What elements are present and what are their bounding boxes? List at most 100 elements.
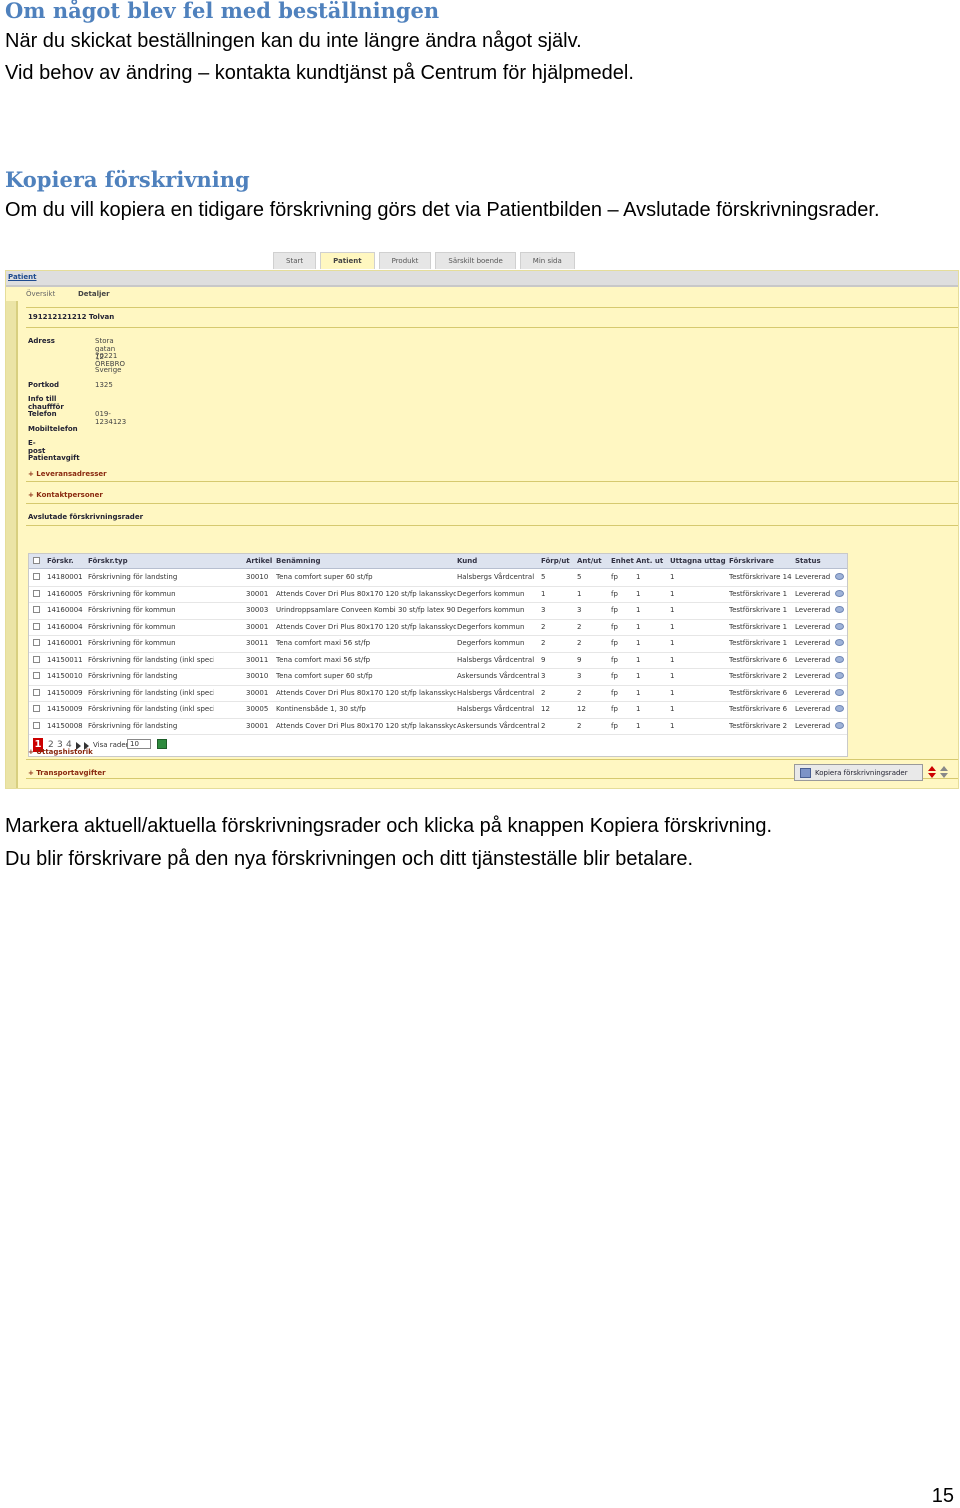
table-cell: fp xyxy=(611,573,618,581)
table-cell: 1 xyxy=(670,705,675,713)
table-cell: fp xyxy=(611,655,618,664)
arrow-down-icon[interactable] xyxy=(928,773,936,778)
rows-select[interactable]: 10 xyxy=(127,739,151,749)
row-checkbox[interactable] xyxy=(33,606,40,613)
row-checkbox[interactable] xyxy=(33,672,40,679)
table-cell: 30005 xyxy=(246,705,269,713)
view-details-icon[interactable] xyxy=(835,672,844,679)
info-key: Mobiltelefon xyxy=(28,424,78,433)
column-header[interactable]: Status xyxy=(795,557,821,565)
view-details-icon[interactable] xyxy=(835,589,844,597)
tab-start[interactable]: Start xyxy=(273,252,317,269)
table-cell: Degerfors kommun xyxy=(457,622,525,631)
table-row[interactable]: 14150009 Förskrivning för landsting (inkl… xyxy=(29,685,847,702)
body-text: Vid behov av ändring – kontakta kundtjän… xyxy=(5,62,634,84)
excel-export-icon[interactable] xyxy=(157,739,167,749)
view-details-icon[interactable] xyxy=(835,622,844,630)
row-checkbox[interactable] xyxy=(33,688,40,696)
table-cell: Förskrivning för kommun xyxy=(88,589,176,598)
column-header[interactable]: Förskrivare xyxy=(729,557,774,565)
view-details-icon[interactable] xyxy=(835,639,844,646)
table-cell: Attends Cover Dri Plus 80x170 120 st/fp … xyxy=(276,589,456,598)
section-uttagshistorik[interactable]: + Uttagshistorik xyxy=(28,748,93,756)
table-cell: 9 xyxy=(577,655,582,664)
table-cell: 1 xyxy=(670,688,675,697)
column-header[interactable]: Artikel xyxy=(246,557,272,565)
table-cell: Halsbergs Vårdcentral xyxy=(457,688,535,697)
column-header[interactable]: Förskr. xyxy=(47,557,74,565)
table-row[interactable]: 14160004 Förskrivning för kommun 30001 Atte… xyxy=(29,619,847,636)
arrow-up-icon[interactable] xyxy=(928,766,936,771)
subtab-detaljer[interactable]: Detaljer xyxy=(78,290,110,298)
table-cell: Degerfors kommun xyxy=(457,589,525,598)
table-cell: Förskrivning för landsting xyxy=(88,573,178,581)
row-checkbox[interactable] xyxy=(33,639,40,646)
column-header[interactable]: Ant/ut xyxy=(577,557,602,565)
table-row[interactable]: 14160005 Förskrivning för kommun 30001 Atte… xyxy=(29,586,847,603)
section-transportavgifter[interactable]: + Transportavgifter xyxy=(28,769,106,777)
body-text: Markera aktuell/aktuella förskrivningsra… xyxy=(5,815,773,837)
table-cell: 14160004 xyxy=(47,606,83,614)
divider xyxy=(26,481,958,482)
table-cell: Tena comfort maxi 56 st/fp xyxy=(276,639,371,647)
table-row[interactable]: 14150009 Förskrivning för landsting (inkl… xyxy=(29,701,847,719)
view-details-icon[interactable] xyxy=(835,606,844,613)
arrow-down-icon[interactable] xyxy=(940,773,948,778)
column-header[interactable]: Förskr.typ xyxy=(88,557,128,565)
view-details-icon[interactable] xyxy=(835,721,844,729)
copy-prescription-button[interactable]: Kopiera förskrivningsrader xyxy=(794,764,923,781)
section-leveransadresser[interactable]: + Leveransadresser xyxy=(28,470,107,478)
row-checkbox[interactable] xyxy=(33,589,40,597)
table-row[interactable]: 14180001 Förskrivning för landsting 30010 T… xyxy=(29,569,847,587)
tab-min-sida[interactable]: Min sida xyxy=(519,252,575,269)
row-checkbox[interactable] xyxy=(33,655,40,663)
view-details-icon[interactable] xyxy=(835,573,844,580)
sort-arrows-icon[interactable] xyxy=(926,765,952,779)
view-details-icon[interactable] xyxy=(835,688,844,696)
rows-label: Visa rader xyxy=(93,741,129,749)
select-all-checkbox[interactable] xyxy=(33,557,40,564)
column-header[interactable]: Enhet xyxy=(611,557,634,565)
arrow-up-icon[interactable] xyxy=(940,766,948,771)
tab-sarskilt-boende[interactable]: Särskilt boende xyxy=(435,252,516,269)
row-checkbox[interactable] xyxy=(33,721,40,729)
table-cell: 3 xyxy=(577,672,582,680)
table-cell: Kontinensbåde 1, 30 st/fp xyxy=(276,705,366,713)
column-header[interactable]: Kund xyxy=(457,557,477,565)
table-row[interactable]: 14150010 Förskrivning för landsting 30010 T… xyxy=(29,668,847,686)
table-cell: Levererad xyxy=(795,655,831,664)
row-checkbox[interactable] xyxy=(33,622,40,630)
table-cell: Levererad xyxy=(795,622,831,631)
row-checkbox[interactable] xyxy=(33,705,40,712)
info-value: 70221 ÖREBRO xyxy=(95,351,125,368)
subtab-oversikt[interactable]: Översikt xyxy=(26,290,55,298)
table-cell: Förskrivning för kommun xyxy=(88,606,176,614)
tab-patient[interactable]: Patient xyxy=(320,252,375,269)
table-cell: 3 xyxy=(541,606,546,614)
info-key: Telefon xyxy=(28,409,57,418)
table-cell: 30001 xyxy=(246,688,269,697)
column-header[interactable]: Uttagna uttag xyxy=(670,557,726,565)
table-cell: 14160001 xyxy=(47,639,83,647)
table-cell: 2 xyxy=(541,688,546,697)
body-text: När du skickat beställningen kan du inte… xyxy=(5,30,582,52)
column-header[interactable]: Benämning xyxy=(276,557,320,565)
table-cell: 30001 xyxy=(246,589,269,598)
table-cell: 1 xyxy=(636,606,641,614)
view-details-icon[interactable] xyxy=(835,655,844,663)
table-cell: 2 xyxy=(577,688,582,697)
table-row[interactable]: 14150008 Förskrivning för landsting 30001 A… xyxy=(29,718,847,735)
table-row[interactable]: 14160004 Förskrivning för kommun 30003 Urin… xyxy=(29,602,847,620)
table-row[interactable]: 14150011 Förskrivning för landsting (inkl… xyxy=(29,652,847,669)
table-row[interactable]: 14160001 Förskrivning för kommun 30011 Tena… xyxy=(29,635,847,653)
view-details-icon[interactable] xyxy=(835,705,844,712)
row-checkbox[interactable] xyxy=(33,573,40,580)
table-cell: fp xyxy=(611,672,618,680)
patient-link[interactable]: Patient xyxy=(8,273,37,281)
table-cell: Testförskrivare 6 xyxy=(729,655,788,664)
section-kontaktpersoner[interactable]: + Kontaktpersoner xyxy=(28,491,103,499)
info-key: Patientavgift xyxy=(28,453,80,462)
column-header[interactable]: Förp/ut xyxy=(541,557,570,565)
column-header[interactable]: Ant. ut xyxy=(636,557,663,565)
tab-produkt[interactable]: Produkt xyxy=(378,252,432,269)
